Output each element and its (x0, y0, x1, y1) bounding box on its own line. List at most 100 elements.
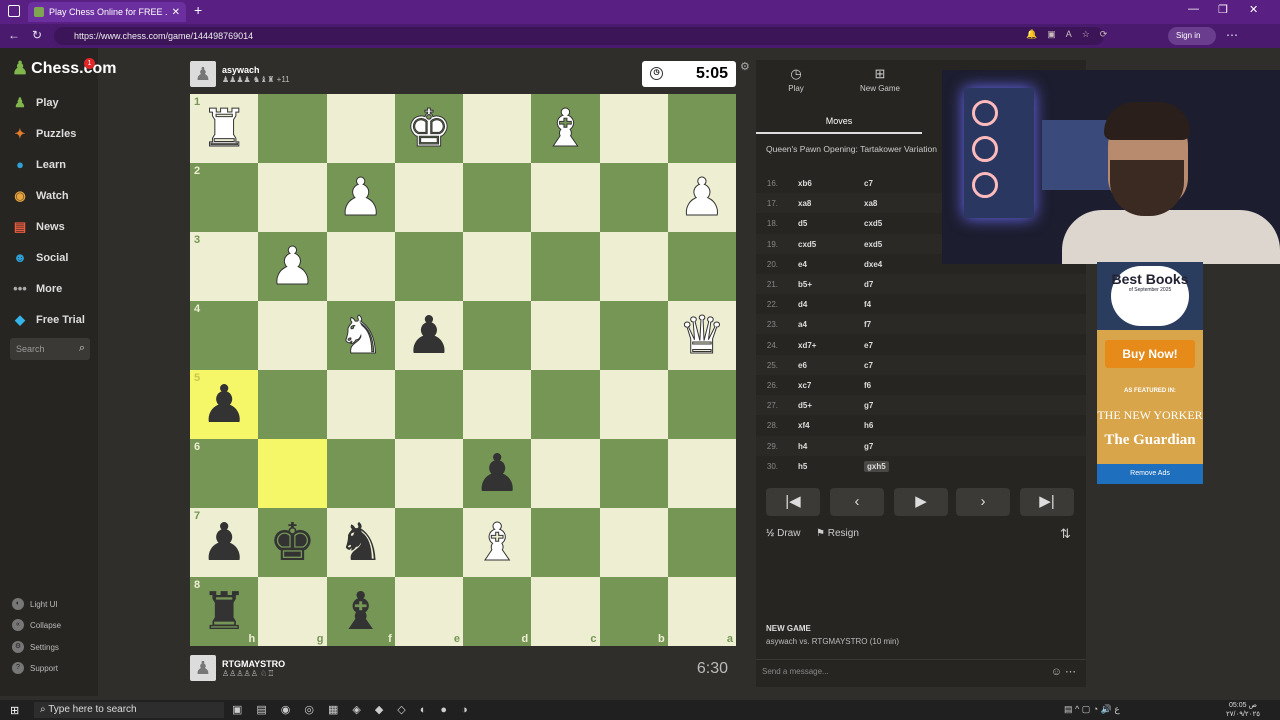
black-king-icon[interactable]: ♚ (269, 517, 316, 569)
black-move[interactable]: f7 (864, 320, 871, 329)
white-move[interactable]: e6 (798, 361, 807, 370)
board-square[interactable] (667, 232, 736, 301)
white-queen-icon[interactable]: ♛ (678, 309, 726, 362)
board-square[interactable] (531, 163, 600, 232)
url-input[interactable]: https://www.chess.com/game/144498769014 (54, 27, 1104, 45)
white-pawn-icon[interactable]: ♟ (337, 171, 385, 224)
board-square[interactable] (667, 94, 736, 163)
black-move[interactable]: g7 (864, 442, 873, 451)
black-move[interactable]: dxe4 (864, 260, 882, 269)
avatar[interactable]: ♟ (190, 61, 216, 87)
black-knight-icon[interactable]: ♞ (337, 517, 384, 569)
white-bishop-icon[interactable]: ♝ (542, 102, 590, 155)
chat-options-icon[interactable]: ☺ ⋯ (1051, 665, 1076, 678)
black-bishop-icon[interactable]: ♝ (337, 586, 384, 638)
board-square[interactable] (258, 163, 327, 232)
board-square[interactable]: 4 (190, 301, 259, 370)
black-pawn-icon[interactable]: ♟ (201, 379, 248, 431)
white-move[interactable]: xf4 (798, 421, 810, 430)
board-square[interactable]: 1 ♜ (190, 94, 259, 163)
close-tab-icon[interactable]: ✕ (172, 7, 180, 18)
board-square[interactable] (258, 439, 327, 508)
board-square[interactable] (258, 301, 327, 370)
white-move[interactable]: d5 (798, 219, 807, 228)
board-square[interactable] (531, 232, 600, 301)
white-move[interactable]: h5 (798, 462, 807, 471)
support-button[interactable]: ? Support (12, 662, 58, 674)
board-square[interactable]: ♚ (394, 94, 463, 163)
board-square[interactable]: ♟ (463, 439, 532, 508)
board-square[interactable] (326, 94, 395, 163)
black-move[interactable]: cxd5 (864, 219, 882, 228)
board-square[interactable] (667, 370, 736, 439)
notification-badge[interactable]: 1 (84, 58, 95, 69)
sidebar-item-more[interactable]: ••• More (12, 281, 62, 296)
black-move[interactable]: c7 (864, 361, 873, 370)
board-square[interactable]: ♟ (667, 163, 736, 232)
black-move[interactable]: exd5 (864, 240, 882, 249)
sidebar-item-play[interactable]: ♟ Play (12, 95, 58, 111)
board-square[interactable] (394, 370, 463, 439)
advertisement[interactable]: Best Books of September 2025 Buy Now! AS… (1097, 262, 1203, 484)
taskbar-clock[interactable]: 05:05 ص ٢٧/٠٩/٢٠٢٥ (1226, 701, 1260, 719)
board-square[interactable] (463, 163, 532, 232)
board-square[interactable] (531, 508, 600, 577)
board-square[interactable]: 7 ♟ (190, 508, 259, 577)
new-tab-button[interactable]: + (194, 2, 202, 18)
board-square[interactable]: ♞ (326, 508, 395, 577)
black-move[interactable]: d7 (864, 280, 873, 289)
remove-ads-button[interactable]: Remove Ads (1097, 464, 1203, 484)
play-button[interactable]: ▶ (894, 488, 948, 516)
board-square[interactable]: d (463, 577, 532, 646)
black-move[interactable]: f4 (864, 300, 871, 309)
flip-board-icon[interactable]: ⇅ (1060, 526, 1071, 542)
board-square[interactable]: ♟ (258, 232, 327, 301)
system-tray[interactable]: ▤ ^ ▢ ◔ 🔊 ع (1064, 704, 1120, 715)
restore-icon[interactable]: ❐ (1218, 3, 1228, 16)
white-move[interactable]: xd7+ (798, 341, 816, 350)
board-square[interactable]: ♚ (258, 508, 327, 577)
board-square[interactable]: ♞ (326, 301, 395, 370)
black-move[interactable]: h6 (864, 421, 873, 430)
board-square[interactable] (326, 439, 395, 508)
white-knight-icon[interactable]: ♞ (337, 309, 385, 362)
white-pawn-icon[interactable]: ♟ (678, 171, 726, 224)
board-square[interactable] (326, 232, 395, 301)
avatar[interactable]: ♟ (190, 655, 216, 681)
board-square[interactable] (463, 94, 532, 163)
board-square[interactable] (394, 163, 463, 232)
first-move-button[interactable]: |◀ (766, 488, 820, 516)
sidebar-item-puzzles[interactable]: ✦ Puzzles (12, 126, 77, 142)
board-square[interactable]: e (394, 577, 463, 646)
taskbar-apps[interactable]: ▣▤◉◎▦◈◆◇◐●◑ (232, 703, 482, 716)
black-move[interactable]: xa8 (864, 199, 877, 208)
board-square[interactable]: ♝ (463, 508, 532, 577)
black-pawn-icon[interactable]: ♟ (474, 448, 521, 500)
white-move[interactable]: cxd5 (798, 240, 816, 249)
tab-new-game[interactable]: ⊞ New Game (850, 66, 910, 93)
board-square[interactable] (599, 508, 668, 577)
sidebar-item-learn[interactable]: ● Learn (12, 157, 66, 172)
board-square[interactable]: ♛ (667, 301, 736, 370)
sidebar-item-news[interactable]: ▤ News (12, 219, 65, 235)
draw-button[interactable]: ½ Draw (766, 528, 800, 539)
black-pawn-icon[interactable]: ♟ (201, 517, 248, 569)
board-square[interactable] (463, 301, 532, 370)
windows-start-icon[interactable]: ⊞ (10, 704, 19, 717)
board-square[interactable]: 2 (190, 163, 259, 232)
black-pawn-icon[interactable]: ♟ (406, 310, 453, 362)
board-square[interactable] (599, 232, 668, 301)
black-move[interactable]: gxh5 (864, 460, 889, 472)
board-square[interactable]: a (667, 577, 736, 646)
chat-input[interactable]: Send a message... ☺ ⋯ (756, 659, 1086, 683)
close-window-icon[interactable]: ✕ (1249, 3, 1258, 16)
more-options-icon[interactable]: ⋯ (1226, 28, 1238, 42)
sidebar-item-social[interactable]: ☻ Social (12, 250, 68, 265)
black-move[interactable]: f6 (864, 381, 871, 390)
board-square[interactable] (258, 94, 327, 163)
board-square[interactable]: f ♝ (326, 577, 395, 646)
opening-name[interactable]: Queen's Pawn Opening: Tartakower Variati… (766, 144, 937, 154)
sidebar-item-watch[interactable]: ◉ Watch (12, 188, 68, 204)
tab-play[interactable]: ◷ Play (766, 66, 826, 93)
search-input[interactable]: Search ⌕ (10, 338, 90, 360)
